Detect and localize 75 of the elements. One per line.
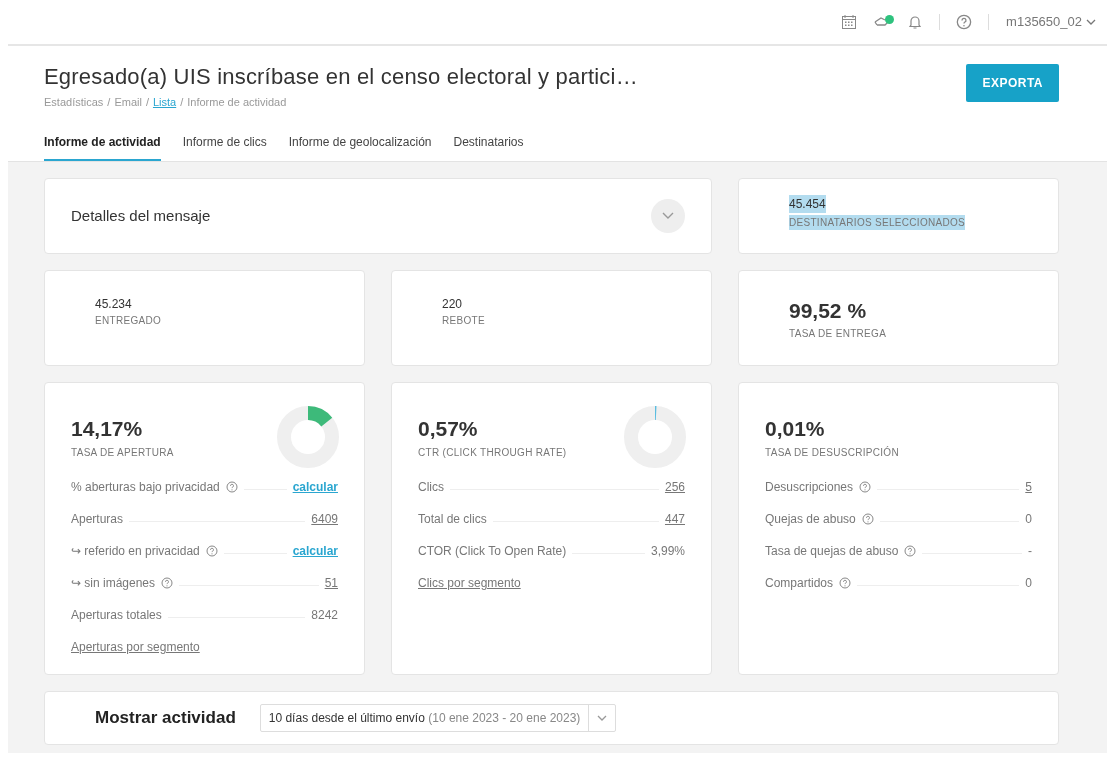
row-value: 3,99% xyxy=(650,542,685,560)
breadcrumb-separator: / xyxy=(180,96,184,109)
select-range: (10 ene 2023 - 20 ene 2023) xyxy=(428,710,581,725)
help-icon[interactable] xyxy=(861,512,874,525)
stat-label: TASA DE ENTREGA xyxy=(789,327,888,342)
row-value: 0 xyxy=(1025,510,1032,528)
metric-row-label: Compartidos xyxy=(765,574,834,592)
metric-row-label: Quejas de abuso xyxy=(765,510,856,528)
row-value: 0 xyxy=(1025,574,1032,592)
row-value: - xyxy=(1028,542,1032,560)
stat-label: REBOTE xyxy=(442,313,486,328)
help-icon[interactable] xyxy=(205,544,218,557)
value-link[interactable]: 447 xyxy=(664,509,685,528)
breadcrumb-item[interactable]: Informe de actividad xyxy=(187,96,287,109)
export-button[interactable]: EXPORTA xyxy=(966,64,1059,102)
message-details-panel[interactable]: Detalles del mensaje xyxy=(44,177,712,254)
help-icon[interactable] xyxy=(225,480,238,493)
segment-link[interactable]: Aperturas por segmento xyxy=(71,637,200,656)
metric-row-label: Aperturas totales xyxy=(71,606,162,624)
expand-button[interactable] xyxy=(651,198,685,233)
breadcrumb-item[interactable]: Email xyxy=(114,96,142,109)
activity-title: Mostrar actividad xyxy=(95,707,236,730)
chevron-down-icon xyxy=(662,211,674,221)
tab[interactable]: Informe de clics xyxy=(182,132,267,161)
donut-chart xyxy=(276,405,340,470)
value-link[interactable]: 5 xyxy=(1025,477,1032,496)
stat-label: ENTREGADO xyxy=(95,313,163,328)
metric-row-label: Aperturas xyxy=(71,510,124,528)
help-icon[interactable] xyxy=(839,576,852,589)
tab[interactable]: Informe de geolocalización xyxy=(288,132,432,161)
stat-value: 45.234 xyxy=(95,295,133,313)
metric-row-label: Desuscripciones xyxy=(765,478,854,496)
panel-title: Detalles del mensaje xyxy=(71,205,211,226)
select-value: 10 días desde el último envío xyxy=(268,710,425,725)
breadcrumb-item[interactable]: Estadísticas xyxy=(44,96,104,109)
tab[interactable]: Destinatarios xyxy=(453,132,524,161)
help-icon[interactable] xyxy=(904,544,917,557)
recipients-count: 45.454 xyxy=(789,194,826,213)
metric-row-label: ↪ sin imágenes xyxy=(71,574,156,592)
metric-value: 0,01% xyxy=(765,416,826,443)
metric-row-label: % aberturas bajo privacidad xyxy=(71,478,220,496)
chevron-down-icon xyxy=(1086,18,1096,26)
metric-row-label: Total de clics xyxy=(418,510,487,528)
metric-row-label: Tasa de quejas de abuso xyxy=(765,542,899,560)
metric-label: TASA DE APERTURA xyxy=(71,445,175,460)
recipients-label: DESTINATARIOS SELECCIONADOS xyxy=(789,214,966,230)
metric-row-label: CTOR (Click To Open Rate) xyxy=(418,542,567,560)
breadcrumb-separator: / xyxy=(145,96,149,109)
metric-label: CTR (CLICK THROUGH RATE) xyxy=(418,445,568,460)
page-title: Egresado(a) UIS inscríbase en el censo electoral y partici… xyxy=(44,64,638,91)
chevron-down-icon xyxy=(597,713,608,722)
stat-value: 99,52 % xyxy=(789,297,868,324)
segment-link[interactable]: Clics por segmento xyxy=(418,573,521,592)
calcular-link[interactable]: calcular xyxy=(292,477,338,496)
bell-icon[interactable] xyxy=(907,14,924,30)
value-link[interactable]: 256 xyxy=(664,477,685,496)
help-icon[interactable] xyxy=(956,14,973,30)
calcular-link[interactable]: calcular xyxy=(292,541,338,560)
metric-value: 14,17% xyxy=(71,416,144,443)
metric-label: TASA DE DESUSCRIPCIÓN xyxy=(765,445,900,460)
donut-chart xyxy=(623,405,687,470)
help-icon[interactable] xyxy=(161,576,174,589)
calendar-icon[interactable] xyxy=(841,14,858,30)
metric-row-label: Clics xyxy=(418,478,444,496)
stat-value: 220 xyxy=(442,295,464,313)
metric-row-label: ↪ referido en privacidad xyxy=(71,542,200,560)
row-value: 8242 xyxy=(311,606,338,624)
breadcrumb-link[interactable]: Lista xyxy=(152,96,177,109)
period-select[interactable]: 10 días desde el último envío (10 ene 2023 - 20 ene 2023) xyxy=(259,703,617,732)
breadcrumb-separator: / xyxy=(107,96,111,109)
value-link[interactable]: 6409 xyxy=(311,509,338,528)
value-link[interactable]: 51 xyxy=(324,573,338,592)
user-menu[interactable]: m135650_02 xyxy=(1005,11,1097,33)
metric-value: 0,57% xyxy=(418,416,479,443)
help-icon[interactable] xyxy=(859,480,872,493)
